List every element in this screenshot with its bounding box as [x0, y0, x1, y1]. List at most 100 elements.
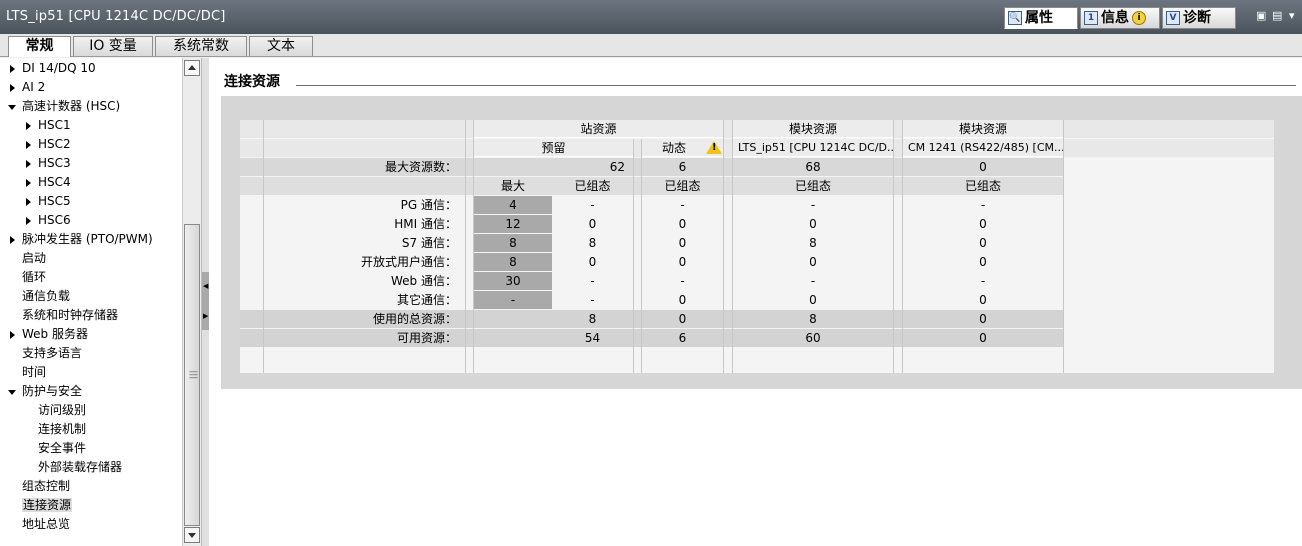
sidebar-item[interactable]: 外部装载存储器: [0, 458, 122, 477]
sidebar-item[interactable]: 时间: [0, 363, 46, 382]
collapsed-arrow-icon[interactable]: [26, 160, 31, 168]
configured-reserved-cell: -: [590, 293, 595, 307]
sidebar-item[interactable]: 支持多语言: [0, 344, 82, 363]
sidebar-item[interactable]: 地址总览: [0, 515, 70, 534]
tab-properties[interactable]: 🔍 属性: [1004, 7, 1078, 29]
sidebar-item[interactable]: Web 服务器: [0, 325, 88, 344]
sidebar-item[interactable]: 安全事件: [0, 439, 86, 458]
collapsed-arrow-icon[interactable]: [26, 217, 31, 225]
sidebar-item-label: HSC2: [38, 137, 71, 151]
module1-cell: 8: [809, 236, 817, 250]
configured-reserved-cell: 0: [588, 255, 597, 269]
sidebar-item-label: 访问级别: [38, 403, 87, 417]
scroll-up-button[interactable]: [184, 60, 200, 76]
dynamic-header-label: 动态: [662, 141, 687, 155]
module-resources-header-1: 模块资源: [733, 120, 893, 138]
sidebar-item[interactable]: 高速计数器 (HSC): [0, 97, 120, 116]
restore-icon[interactable]: ▣: [1256, 10, 1268, 21]
scroll-thumb[interactable]: — — —: [184, 224, 200, 526]
collapse-left-icon[interactable]: ◀: [203, 282, 208, 290]
module2-cell: 0: [979, 236, 987, 250]
section-title: 连接资源: [224, 74, 280, 90]
tab-info[interactable]: 1 信息 i: [1080, 7, 1160, 29]
collapsed-arrow-icon[interactable]: [10, 236, 15, 244]
collapsed-arrow-icon[interactable]: [26, 198, 31, 206]
tree-scrollbar[interactable]: — — —: [182, 58, 202, 546]
sidebar-item-label: HSC6: [38, 213, 71, 227]
sidebar-item[interactable]: HSC6: [0, 211, 71, 230]
tab-general[interactable]: 常规: [8, 36, 71, 57]
tab-system-constants[interactable]: 系统常数: [155, 36, 247, 56]
sidebar-item[interactable]: 连接机制: [0, 420, 86, 439]
configured-dynamic-cell: 0: [678, 236, 687, 250]
expanded-arrow-icon[interactable]: [8, 390, 16, 395]
scroll-down-button[interactable]: [184, 527, 200, 543]
collapsed-arrow-icon[interactable]: [26, 179, 31, 187]
configured-dynamic-cell: 0: [678, 217, 687, 231]
collapsed-arrow-icon[interactable]: [26, 122, 31, 130]
splitter-handle[interactable]: ◀ ▶: [202, 272, 209, 330]
sidebar-item[interactable]: 防护与安全: [0, 382, 82, 401]
configured-dynamic-cell: -: [680, 198, 685, 212]
row-label: S7 通信：: [401, 236, 457, 250]
max-resources-label: 最大资源数：: [384, 160, 457, 174]
max-value-cell: 30: [474, 272, 552, 290]
sidebar-item[interactable]: HSC1: [0, 116, 71, 135]
module1-cell: -: [810, 274, 816, 288]
configured-dynamic-cell: -: [680, 274, 685, 288]
tab-io-tags[interactable]: IO 变量: [73, 36, 153, 56]
expand-right-icon[interactable]: ▶: [203, 312, 208, 320]
sidebar-item[interactable]: 访问级别: [0, 401, 86, 420]
max-value-cell: 8: [474, 253, 552, 271]
collapsed-arrow-icon[interactable]: [10, 331, 15, 339]
sidebar-item-label: 连接资源: [22, 498, 73, 512]
sidebar-item[interactable]: 通信负载: [0, 287, 70, 306]
sidebar-item-label: HSC4: [38, 175, 71, 189]
tab-info-label: 信息: [1101, 10, 1129, 26]
tab-texts[interactable]: 文本: [249, 36, 313, 56]
sidebar-item[interactable]: 系统和时钟存储器: [0, 306, 118, 325]
collapsed-arrow-icon[interactable]: [10, 84, 15, 92]
expanded-arrow-icon[interactable]: [8, 105, 16, 110]
connection-resources-panel: 站资源 模块资源 模块资源 预留 动态 ! LTS_ip51 [CPU 1214…: [221, 96, 1302, 389]
sidebar-item[interactable]: 连接资源: [0, 496, 73, 515]
sidebar-item[interactable]: HSC3: [0, 154, 71, 173]
sidebar-item[interactable]: HSC2: [0, 135, 71, 154]
sidebar-item[interactable]: AI 2: [0, 78, 45, 97]
properties-icon: 🔍: [1008, 11, 1022, 25]
info-icon: i: [1132, 11, 1146, 25]
inspector-title-bar: LTS_ip51 [CPU 1214C DC/DC/DC] 🔍 属性 1 信息 …: [0, 0, 1302, 34]
sidebar-item-label: HSC3: [38, 156, 71, 170]
menu-icon[interactable]: ▤: [1272, 10, 1284, 21]
configured-reserved-header: 已组态: [574, 179, 611, 193]
sidebar-item[interactable]: 启动: [0, 249, 46, 268]
reserved-header: 预留: [474, 139, 633, 157]
module2-name-header: CM 1241 (RS422/485) [CM...: [903, 139, 1063, 157]
module1-cell: 0: [809, 255, 817, 269]
configured-reserved-cell: 8: [588, 312, 597, 326]
sidebar-item[interactable]: 脉冲发生器 (PTO/PWM): [0, 230, 153, 249]
sidebar-item[interactable]: 循环: [0, 268, 46, 287]
collapse-icon[interactable]: ▾: [1289, 10, 1301, 21]
tab-diagnostics[interactable]: V 诊断: [1162, 7, 1236, 29]
row-label: 开放式用户通信：: [360, 255, 457, 269]
collapsed-arrow-icon[interactable]: [26, 141, 31, 149]
configured-dynamic-cell: 6: [678, 331, 687, 345]
max-reserved-value: 62: [609, 160, 625, 174]
sidebar-item-label: 高速计数器 (HSC): [22, 99, 121, 113]
max-value-cell: 12: [474, 215, 552, 233]
module2-cell: -: [980, 198, 986, 212]
tab-properties-label: 属性: [1025, 10, 1053, 26]
module-resources-header-2: 模块资源: [903, 120, 1063, 138]
module1-cell: 0: [809, 293, 817, 307]
sidebar-item[interactable]: HSC5: [0, 192, 71, 211]
collapsed-arrow-icon[interactable]: [10, 65, 15, 73]
sidebar-item[interactable]: 组态控制: [0, 477, 70, 496]
configured-module1-header: 已组态: [794, 179, 831, 193]
sidebar-item-label: 连接机制: [38, 422, 87, 436]
sidebar-item[interactable]: HSC4: [0, 173, 71, 192]
sidebar-item-label: 脉冲发生器 (PTO/PWM): [22, 232, 153, 246]
configured-dynamic-cell: 0: [678, 312, 687, 326]
window-title: LTS_ip51 [CPU 1214C DC/DC/DC]: [6, 9, 226, 24]
sidebar-item[interactable]: DI 14/DQ 10: [0, 59, 96, 78]
